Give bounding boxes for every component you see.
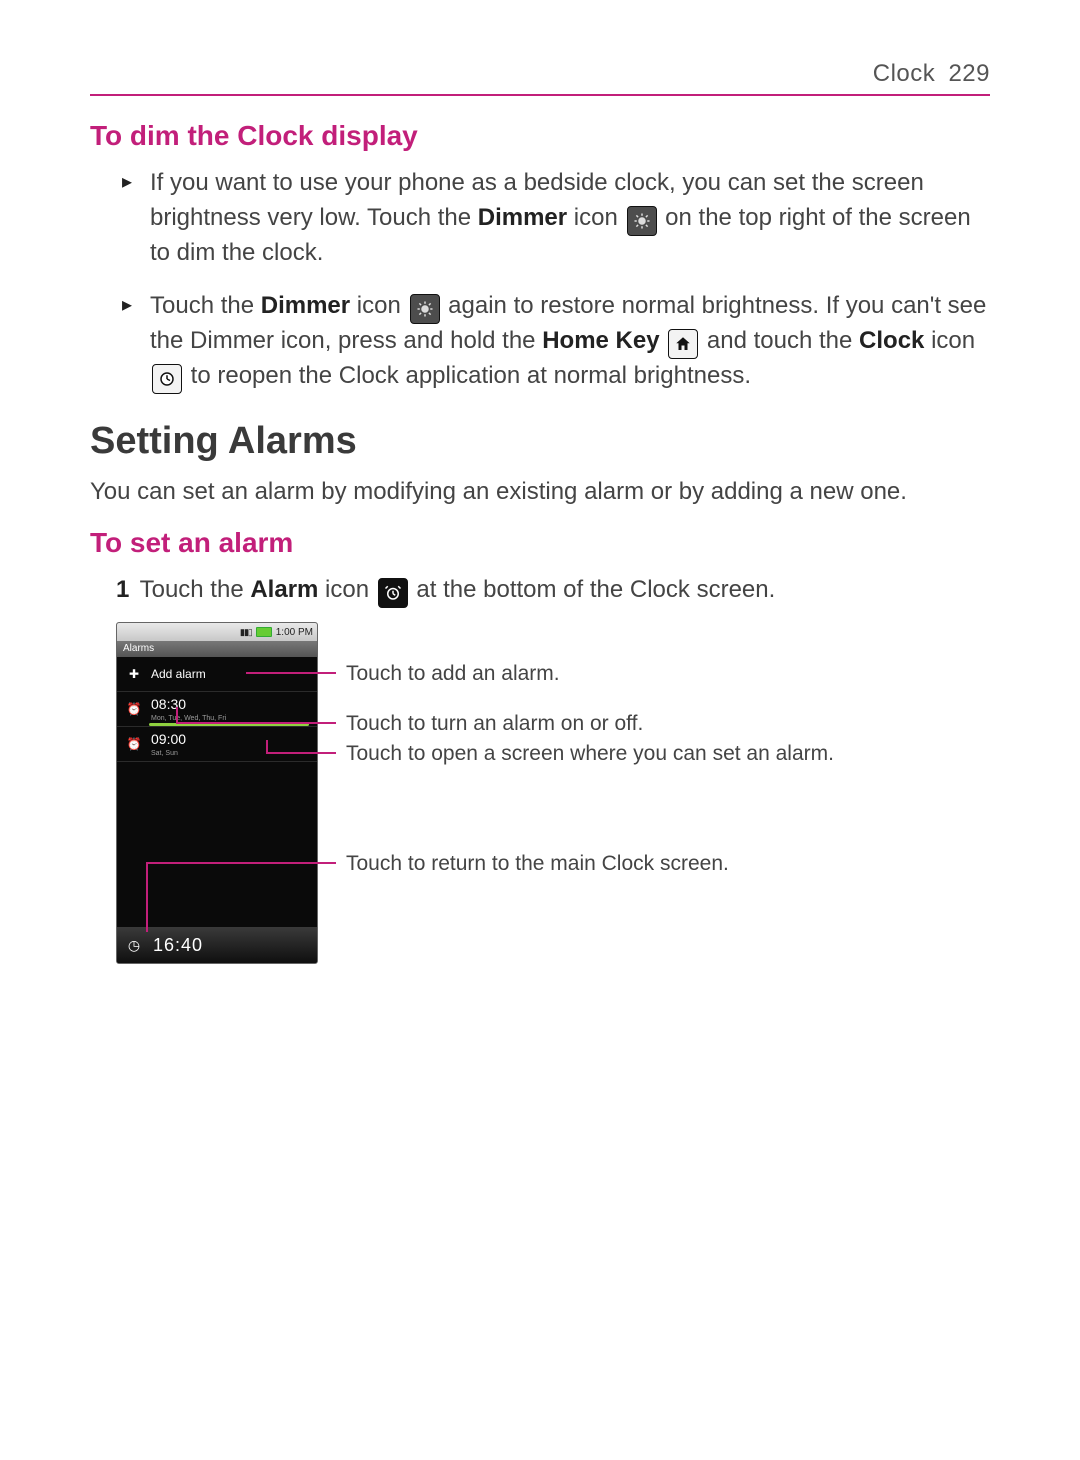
- add-alarm-label: Add alarm: [151, 667, 206, 681]
- alarm-icon: [378, 578, 408, 608]
- callout-leader: [226, 722, 336, 724]
- alarm-1-time: 08:30: [151, 696, 186, 712]
- alarm-2-time: 09:00: [151, 731, 186, 747]
- clock-icon: ◷: [125, 937, 143, 954]
- plus-icon: ✚: [125, 667, 143, 681]
- step-1: 1 Touch the Alarm icon at the bottom of …: [116, 573, 990, 608]
- callout-toggle-alarm: Touch to turn an alarm on or off.: [346, 710, 643, 738]
- dim-bullet-2: Touch the Dimmer icon again to restore n…: [122, 289, 990, 394]
- footer-time: 16:40: [153, 935, 203, 956]
- alarm-1-days: Mon, Tue, Wed, Thu, Fri: [151, 715, 226, 723]
- alarm-row-2[interactable]: ⏰ 09:00 Sat, Sun: [117, 727, 317, 762]
- clock-footer-bar[interactable]: ◷ 16:40: [117, 927, 317, 963]
- heading-dim-clock: To dim the Clock display: [90, 120, 990, 152]
- running-header: Clock 229: [90, 60, 990, 94]
- page-number: 229: [948, 60, 990, 87]
- callout-return-clock: Touch to return to the main Clock screen…: [346, 850, 729, 878]
- signal-icon: ▮▮▯: [240, 627, 252, 638]
- clock-app-icon: [152, 364, 182, 394]
- battery-icon: [256, 627, 272, 637]
- callout-leader: [266, 752, 336, 754]
- alarm-clock-icon: ⏰: [125, 737, 143, 751]
- alarm-screenshot-figure: ▮▮▯ 1:00 PM Alarms ✚ Add alarm ⏰ 08:30 M…: [116, 622, 936, 982]
- heading-set-alarm: To set an alarm: [90, 527, 990, 559]
- alarm-clock-icon: ⏰: [125, 702, 143, 716]
- dim-bullet-list: If you want to use your phone as a bedsi…: [122, 166, 990, 394]
- add-alarm-row[interactable]: ✚ Add alarm: [117, 657, 317, 692]
- status-time: 1:00 PM: [276, 627, 313, 638]
- callout-leader: [146, 862, 336, 864]
- alarm-2-days: Sat, Sun: [151, 750, 186, 758]
- setting-alarms-intro: You can set an alarm by modifying an exi…: [90, 475, 990, 510]
- screen-title: Alarms: [117, 641, 317, 657]
- callout-leader: [176, 722, 226, 724]
- dimmer-icon: [410, 294, 440, 324]
- header-rule: [90, 94, 990, 96]
- callout-leader: [246, 672, 336, 674]
- dimmer-icon: [627, 206, 657, 236]
- status-bar: ▮▮▯ 1:00 PM: [117, 623, 317, 641]
- heading-setting-alarms: Setting Alarms: [90, 420, 990, 463]
- header-section: Clock: [873, 60, 936, 87]
- manual-page: Clock 229 To dim the Clock display If yo…: [0, 0, 1080, 1460]
- dim-bullet-1: If you want to use your phone as a bedsi…: [122, 166, 990, 271]
- home-key-icon: [668, 329, 698, 359]
- callout-open-alarm: Touch to open a screen where you can set…: [346, 740, 834, 768]
- callout-add-alarm: Touch to add an alarm.: [346, 660, 560, 688]
